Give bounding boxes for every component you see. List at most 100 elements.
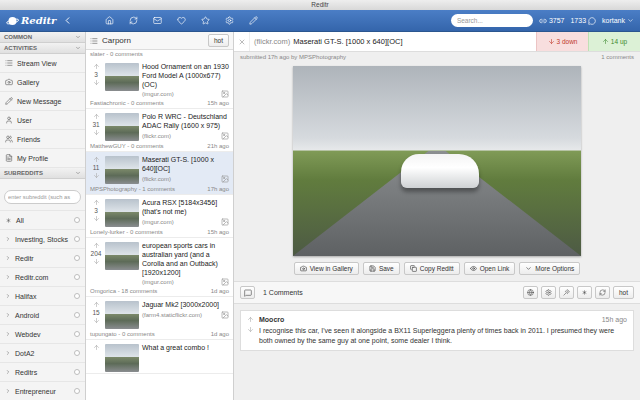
downvote-button[interactable] xyxy=(93,215,100,222)
mail-icon[interactable] xyxy=(153,16,162,25)
post-thumbnail[interactable] xyxy=(105,199,139,227)
subreddit-item[interactable]: Reditr xyxy=(0,249,85,268)
tool-button[interactable] xyxy=(559,286,574,299)
post-thumbnail[interactable] xyxy=(105,242,139,270)
sidebar-item[interactable]: Gallery xyxy=(0,73,85,92)
subscribe-dot[interactable] xyxy=(74,331,80,337)
post-item[interactable]: What a great combo ! xyxy=(86,340,233,374)
subscribe-dot[interactable] xyxy=(74,236,80,242)
post-view-title-text[interactable]: Maserati GT-S. [1000 x 640][OC] xyxy=(293,37,402,46)
subreddit-item[interactable]: Halifax xyxy=(0,287,85,306)
subscribe-dot[interactable] xyxy=(74,274,80,280)
logo[interactable]: Reditr xyxy=(6,15,56,27)
post-title[interactable]: What a great combo ! xyxy=(142,344,229,353)
home-icon[interactable] xyxy=(105,16,114,25)
post-photo[interactable] xyxy=(293,66,581,256)
upvote-button[interactable] xyxy=(93,301,100,308)
sidebar-item[interactable]: New Message xyxy=(0,92,85,111)
upvote-button[interactable] xyxy=(93,199,100,206)
post-author[interactable]: MatthewGUY - 0 comments xyxy=(90,143,164,149)
post-author[interactable]: Lonely-lurker - 0 comments xyxy=(90,229,163,235)
upvote-button[interactable] xyxy=(93,156,100,163)
sidebar-item[interactable]: User xyxy=(0,111,85,130)
pencil-icon[interactable] xyxy=(249,16,258,25)
post-thumbnail[interactable] xyxy=(105,344,139,372)
sidebar-item[interactable]: Friends xyxy=(0,130,85,149)
post-item[interactable]: 3Acura RSX [5184x3456] (that's not me)(i… xyxy=(86,195,233,238)
reply-button[interactable] xyxy=(240,286,255,299)
search-field[interactable] xyxy=(451,14,533,27)
subscribe-dot[interactable] xyxy=(74,369,80,375)
downvote-button[interactable] xyxy=(93,79,100,86)
sort-button[interactable]: hot xyxy=(208,34,229,47)
image-icon[interactable] xyxy=(221,175,229,183)
subreddit-item[interactable]: Reditr.com xyxy=(0,268,85,287)
image-icon[interactable] xyxy=(221,278,229,286)
image-icon[interactable] xyxy=(221,311,229,319)
post-item[interactable]: 11Maserati GT-S. [1000 x 640][OC](flickr… xyxy=(86,152,233,195)
comment-sort-button[interactable]: hot xyxy=(613,286,634,299)
downvote-box[interactable]: 3 down xyxy=(536,32,588,51)
post-item[interactable]: 15Jaguar Mk2 [3000x2000](farm4.staticfli… xyxy=(86,297,233,340)
post-author[interactable]: Omgorica - 18 comments xyxy=(90,288,157,294)
downvote-button[interactable] xyxy=(93,129,100,136)
downvote-button[interactable] xyxy=(93,172,100,179)
arrow-down-icon[interactable] xyxy=(247,326,254,333)
image-icon[interactable] xyxy=(221,218,229,226)
action-button[interactable]: View in Gallery xyxy=(294,262,359,275)
subscribe-dot[interactable] xyxy=(74,217,80,223)
post-author[interactable]: MPSPhotography - 1 comments xyxy=(90,186,175,192)
subreddit-item[interactable]: Webdev xyxy=(0,325,85,344)
image-icon[interactable] xyxy=(221,90,229,98)
post-author[interactable]: slater - 0 comments xyxy=(90,51,143,57)
user-menu[interactable]: kortank xyxy=(602,17,634,24)
tool-button[interactable] xyxy=(595,286,610,299)
sidebar-item[interactable]: My Profile xyxy=(0,149,85,168)
upvote-box[interactable]: 14 up xyxy=(588,32,640,51)
upvote-button[interactable] xyxy=(93,344,100,351)
tool-button[interactable] xyxy=(523,286,538,299)
action-button[interactable]: More Options xyxy=(519,262,580,275)
section-header[interactable]: SUBREDDITS xyxy=(0,168,85,179)
subscribe-dot[interactable] xyxy=(74,255,80,261)
post-thumbnail[interactable] xyxy=(105,156,139,184)
downvote-button[interactable] xyxy=(93,258,100,265)
post-author[interactable]: Fastiachronic - 0 comments xyxy=(90,100,164,106)
close-button[interactable] xyxy=(234,32,250,51)
post-item[interactable]: 3Hood Ornament on an 1930 Ford Model A (… xyxy=(86,59,233,109)
comment-author[interactable]: Moocro xyxy=(259,316,284,323)
post-author[interactable]: tupungato - 0 comments xyxy=(90,331,155,337)
refresh-icon[interactable] xyxy=(129,16,138,25)
subreddit-item[interactable]: Reditrs xyxy=(0,363,85,382)
post-thumbnail[interactable] xyxy=(105,113,139,141)
sidebar-item[interactable]: Stream View xyxy=(0,54,85,73)
tool-button[interactable] xyxy=(577,286,592,299)
upvote-button[interactable] xyxy=(93,113,100,120)
star-icon[interactable] xyxy=(201,16,210,25)
subscribe-dot[interactable] xyxy=(74,350,80,356)
section-header[interactable]: ACTIVITIES xyxy=(0,43,85,54)
post-title[interactable]: Maserati GT-S. [1000 x 640][OC] xyxy=(142,156,229,174)
post-title[interactable]: Acura RSX [5184x3456] (that's not me) xyxy=(142,199,229,217)
upvote-button[interactable] xyxy=(93,63,100,70)
action-button[interactable]: Open Link xyxy=(464,262,516,275)
post-title[interactable]: Hood Ornament on an 1930 Ford Model A (1… xyxy=(142,63,229,89)
tool-button[interactable] xyxy=(541,286,556,299)
subreddit-item[interactable]: DotA2 xyxy=(0,344,85,363)
subscribe-dot[interactable] xyxy=(74,312,80,318)
subreddit-item[interactable]: Entrepreneur xyxy=(0,382,85,400)
post-title[interactable]: european sports cars in australian yard … xyxy=(142,242,229,277)
post-thumbnail[interactable] xyxy=(105,301,139,329)
arrow-up-icon[interactable] xyxy=(247,316,254,323)
post-title[interactable]: Polo R WRC - Deutschland ADAC Rally (160… xyxy=(142,113,229,131)
post-item[interactable]: 204european sports cars in australian ya… xyxy=(86,238,233,297)
upvote-button[interactable] xyxy=(93,242,100,249)
subreddit-item[interactable]: Investing, Stocks xyxy=(0,230,85,249)
subscribe-dot[interactable] xyxy=(74,293,80,299)
subscribe-dot[interactable] xyxy=(74,388,80,394)
section-header[interactable]: COMMON xyxy=(0,32,85,43)
post-title[interactable]: Jaguar Mk2 [3000x2000] xyxy=(142,301,229,310)
image-icon[interactable] xyxy=(221,132,229,140)
downvote-button[interactable] xyxy=(93,317,100,324)
subreddit-item[interactable]: All xyxy=(0,211,85,230)
